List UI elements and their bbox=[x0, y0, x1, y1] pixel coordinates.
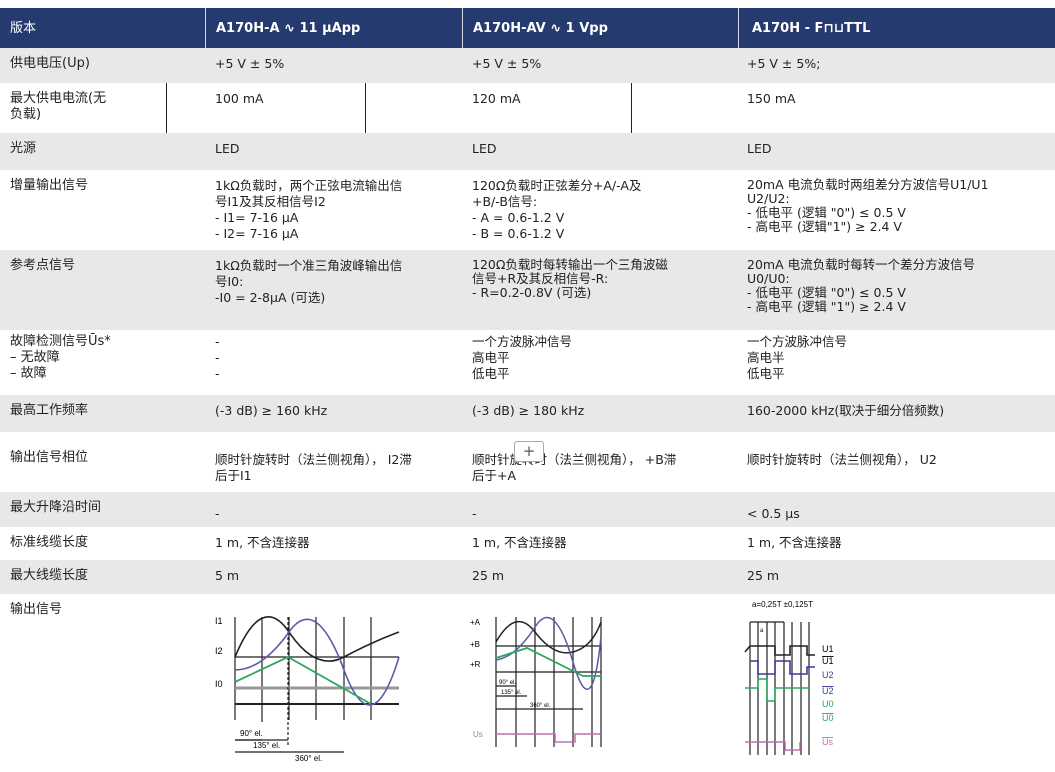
diagram-title: a=0,25T ±0,125T bbox=[752, 600, 813, 609]
row-label: 最大线缆长度 bbox=[10, 568, 89, 583]
row-label: 最高工作频率 bbox=[10, 403, 89, 418]
cell-a170h-av: 一个方波脉冲信号 高电平 低电平 bbox=[472, 334, 573, 381]
cell-a170h-ttl: 1 m, 不含连接器 bbox=[747, 535, 842, 550]
label-i2: I2 bbox=[215, 646, 223, 656]
table-row: 参考点信号 1kΩ负载时一个准三角波峰输出信 号I0: -I0 = 2-8µA (… bbox=[0, 250, 1055, 330]
table-row: 增量输出信号 1kΩ负载时，两个正弦电流输出信 号I1及其反相信号I2 - I1=… bbox=[0, 170, 1055, 250]
cell-a170h-ttl: < 0.5 µs bbox=[747, 506, 800, 521]
cell-a170h-av: 25 m bbox=[472, 568, 505, 583]
label-r: +R bbox=[470, 660, 481, 669]
cell-a170h-a: 1 m, 不含连接器 bbox=[215, 535, 310, 550]
label-u2: U2 bbox=[822, 670, 834, 680]
cell-a170h-a: 顺时针旋转时（法兰侧视角）， I2滞 后于I1 bbox=[215, 452, 412, 483]
label-b: +B bbox=[470, 640, 480, 649]
divider bbox=[166, 83, 167, 133]
cell-a170h-av: - bbox=[472, 506, 477, 521]
table-row: 最大线缆长度 5 m 25 m 25 m bbox=[0, 560, 1055, 594]
label-i1: I1 bbox=[215, 616, 223, 626]
diagram-a170h-ttl: a=0,25T ±0,125T a U1 U1 U2 U2 U0 U0 Us bbox=[744, 600, 834, 755]
dim-360: 360° el. bbox=[530, 703, 551, 709]
divider bbox=[365, 83, 366, 133]
label-u0: U0 bbox=[822, 699, 834, 709]
row-label: 最大升降沿时间 bbox=[10, 500, 102, 515]
label-us: Us bbox=[822, 737, 833, 747]
cell-a170h-ttl: 150 mA bbox=[747, 91, 796, 106]
table-row: 标准线缆长度 1 m, 不含连接器 1 m, 不含连接器 1 m, 不含连接器 bbox=[0, 527, 1055, 560]
label-u1-bar: U1 bbox=[822, 656, 834, 666]
label-u0-bar: U0 bbox=[822, 713, 834, 723]
table-row: 最大升降沿时间 - - < 0.5 µs bbox=[0, 492, 1055, 527]
dim-135: 135° el. bbox=[501, 690, 522, 696]
cell-a170h-a: LED bbox=[215, 141, 240, 156]
label-us: Us bbox=[473, 730, 483, 739]
row-label: 供电电压(Up) bbox=[10, 56, 90, 71]
diagram-a170h-a: I1 I2 I0 90° el. 135° el. 360° el. bbox=[215, 616, 400, 762]
cell-a170h-a: 100 mA bbox=[215, 91, 264, 106]
row-label: 标准线缆长度 bbox=[10, 535, 89, 550]
header-col-ttl: A170H - F⊓⊔TTL bbox=[738, 8, 1055, 48]
dim-135: 135° el. bbox=[253, 741, 280, 750]
row-label: 光源 bbox=[10, 141, 37, 156]
dim-90: 90° el. bbox=[499, 680, 516, 686]
cell-a170h-a: - bbox=[215, 506, 220, 521]
cell-a170h-a: 5 m bbox=[215, 568, 240, 583]
dim-360: 360° el. bbox=[295, 754, 322, 762]
label-u1: U1 bbox=[822, 644, 834, 654]
row-label: 最大供电电流(无 负载) bbox=[10, 91, 107, 122]
cell-a170h-av: 1 m, 不含连接器 bbox=[472, 535, 567, 550]
cell-a170h-a: +5 V ± 5% bbox=[215, 56, 285, 71]
cell-a170h-ttl: 160-2000 kHz(取决于细分倍频数) bbox=[747, 403, 945, 418]
row-label: 输出信号 bbox=[10, 602, 63, 617]
header-col-av: A170H-AV ∿ 1 Vpp bbox=[462, 8, 738, 48]
cell-a170h-ttl: 20mA 电流负载时两组差分方波信号U1/U1 U2/U2: - 低电平 (逻辑… bbox=[747, 177, 989, 234]
table-row: 供电电压(Up) +5 V ± 5% +5 V ± 5% +5 V ± 5%; bbox=[0, 48, 1055, 83]
diagram-a170h-av: +A +B +R Us 90° el. 135° el. 360° el. bbox=[470, 616, 602, 747]
label-a: +A bbox=[470, 618, 481, 627]
label-a: a bbox=[760, 628, 764, 634]
table-header: 版本 A170H-A ∿ 11 µApp A170H-AV ∿ 1 Vpp A1… bbox=[0, 8, 1055, 48]
cell-a170h-a: - - - bbox=[215, 334, 220, 381]
cell-a170h-av: (-3 dB) ≥ 180 kHz bbox=[472, 403, 585, 418]
cell-a170h-av: 120Ω负载时每转输出一个三角波磁 信号+R及其反相信号-R: - R=0.2-… bbox=[472, 257, 668, 300]
cell-a170h-av: LED bbox=[472, 141, 497, 156]
cell-a170h-ttl: LED bbox=[747, 141, 772, 156]
row-label: 输出信号相位 bbox=[10, 450, 89, 465]
table-row: 光源 LED LED LED bbox=[0, 133, 1055, 170]
label-i0: I0 bbox=[215, 679, 223, 689]
cell-a170h-a: 1kΩ负载时一个准三角波峰输出信 号I0: -I0 = 2-8µA (可选) bbox=[215, 258, 403, 305]
cell-a170h-a: 1kΩ负载时，两个正弦电流输出信 号I1及其反相信号I2 - I1= 7-16 … bbox=[215, 178, 403, 241]
cell-a170h-av: +5 V ± 5% bbox=[472, 56, 542, 71]
cell-a170h-ttl: 一个方波脉冲信号 高电半 低电平 bbox=[747, 334, 848, 381]
cell-a170h-a: (-3 dB) ≥ 160 kHz bbox=[215, 403, 328, 418]
row-label: 增量输出信号 bbox=[10, 178, 89, 193]
cell-a170h-ttl: 20mA 电流负载时每转一个差分方波信号 U0/U0: - 低电平 (逻辑 "0… bbox=[747, 257, 976, 314]
add-button[interactable]: + bbox=[514, 441, 544, 462]
cell-a170h-av: 120 mA bbox=[472, 91, 521, 106]
header-col-a: A170H-A ∿ 11 µApp bbox=[205, 8, 462, 48]
cell-a170h-ttl: +5 V ± 5%; bbox=[747, 56, 821, 71]
row-label: 参考点信号 bbox=[10, 258, 76, 273]
label-u2-bar: U2 bbox=[822, 686, 834, 696]
row-label: 故障检测信号Ūs* – 无故障 – 故障 bbox=[10, 334, 111, 381]
dim-90: 90° el. bbox=[240, 729, 263, 738]
cell-a170h-ttl: 顺时针旋转时（法兰侧视角）， U2 bbox=[747, 452, 937, 467]
cell-a170h-av: 120Ω负载时正弦差分+A/-A及 +B/-B信号: - A = 0.6-1.2… bbox=[472, 178, 642, 241]
cell-a170h-av: 顺时针旋转时（法兰侧视角）， +B滞 后于+A bbox=[472, 452, 677, 483]
table-row: 故障检测信号Ūs* – 无故障 – 故障 - - - 一个方波脉冲信号 高电平 低电… bbox=[0, 330, 1055, 395]
table-row: 最高工作频率 (-3 dB) ≥ 160 kHz (-3 dB) ≥ 180 kHz… bbox=[0, 395, 1055, 432]
header-version: 版本 bbox=[10, 21, 37, 36]
table-row: 最大供电电流(无 负载) 100 mA 120 mA 150 mA bbox=[0, 83, 1055, 133]
cell-a170h-ttl: 25 m bbox=[747, 568, 780, 583]
divider bbox=[631, 83, 632, 133]
